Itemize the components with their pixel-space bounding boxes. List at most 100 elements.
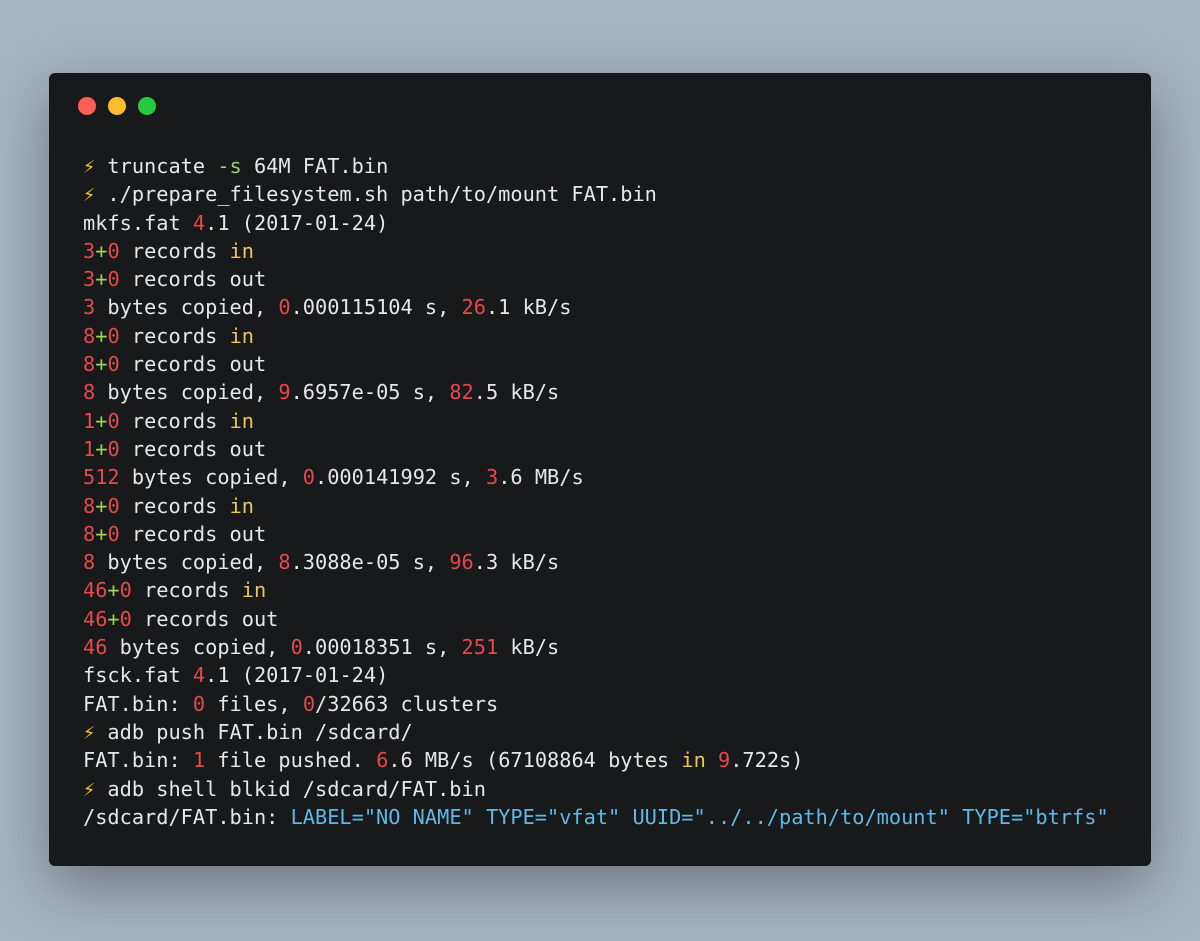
terminal-text: 0 — [302, 691, 316, 716]
terminal-line: 512 bytes copied, 0.000141992 s, 3.6 MB/… — [83, 463, 1141, 491]
terminal-text: files, — [205, 691, 303, 716]
terminal-text: 512 — [83, 465, 120, 490]
terminal-text: 0 — [290, 635, 303, 660]
terminal-text: records out — [119, 352, 267, 377]
terminal-text: 0 — [107, 238, 120, 263]
terminal-line: FAT.bin: 0 files, 0/32663 clusters — [83, 690, 1141, 718]
terminal-text: in — [229, 493, 254, 518]
terminal-line: 46+0 records in — [83, 576, 1141, 604]
terminal-text: 251 — [461, 635, 499, 660]
terminal-text: + — [95, 521, 108, 546]
terminal-text: + — [95, 436, 108, 461]
terminal-text: file pushed. — [205, 748, 377, 773]
terminal-output[interactable]: ⚡ truncate -s 64M FAT.bin ⚡ ./prepare_fil… — [83, 152, 1141, 831]
terminal-text: records — [119, 493, 230, 518]
terminal-text: + — [95, 493, 108, 518]
terminal-text: -s — [217, 154, 242, 178]
terminal-text: .000141992 s, — [315, 465, 486, 490]
terminal-text: records out — [131, 606, 279, 631]
terminal-text: FAT.bin: — [83, 748, 193, 773]
terminal-line: 1+0 records in — [83, 407, 1141, 435]
terminal-text: 0 — [119, 578, 132, 603]
terminal-text: 8 — [83, 323, 96, 348]
terminal-text: adb shell blkid /sdcard/FAT.bin — [107, 776, 486, 801]
terminal-text: .5 kB/s — [473, 380, 560, 405]
terminal-line: 8+0 records out — [83, 520, 1141, 548]
terminal-text: 8 — [278, 550, 291, 575]
terminal-text: 1 — [192, 748, 206, 773]
terminal-text: .722s) — [730, 748, 804, 773]
terminal-line: 8+0 records in — [83, 322, 1141, 350]
terminal-text: 8 — [83, 550, 96, 575]
terminal-text: 46 — [83, 606, 108, 631]
terminal-text: .6 MB/s (67108864 bytes — [388, 748, 682, 773]
terminal-text: 9 — [278, 380, 291, 405]
terminal-text: fsck.fat — [83, 663, 193, 688]
terminal-text: 26 — [461, 295, 486, 320]
terminal-text: 46 — [83, 635, 108, 660]
terminal-text: 3 — [83, 295, 96, 320]
terminal-text: 0 — [192, 691, 206, 716]
terminal-text: 0 — [278, 295, 291, 320]
terminal-text: 4 — [192, 663, 206, 688]
terminal-text: bytes copied, — [95, 380, 279, 405]
terminal-text: 96 — [449, 550, 474, 575]
terminal-text: bytes copied, — [95, 295, 279, 320]
terminal-text: 0 — [107, 323, 120, 348]
terminal-text: records — [131, 578, 242, 603]
terminal-text: .1 (2017-01-24) — [205, 663, 389, 688]
terminal-text: LABEL="NO NAME" TYPE="vfat" UUID="../../… — [290, 804, 1109, 829]
terminal-text: 8 — [83, 521, 96, 546]
terminal-text: .3 kB/s — [473, 550, 560, 575]
close-button[interactable] — [78, 97, 96, 115]
terminal-text: .1 (2017-01-24) — [205, 210, 389, 235]
terminal-text: + — [107, 606, 120, 631]
lightning-icon: ⚡ — [83, 154, 108, 178]
terminal-line: 8+0 records in — [83, 492, 1141, 520]
terminal-text: 8 — [83, 352, 96, 377]
terminal-text: 64M FAT.bin — [241, 154, 389, 178]
terminal-text: 0 — [107, 408, 120, 433]
terminal-line: fsck.fat 4.1 (2017-01-24) — [83, 661, 1141, 689]
terminal-text: in — [241, 578, 267, 603]
terminal-line: 1+0 records out — [83, 435, 1141, 463]
terminal-line: ⚡ ./prepare_filesystem.sh path/to/mount … — [83, 180, 1141, 208]
terminal-text: records — [119, 323, 230, 348]
terminal-text: 8 — [83, 493, 96, 518]
terminal-line: 46+0 records out — [83, 605, 1141, 633]
terminal-text: .00018351 s, — [302, 635, 462, 660]
terminal-text: 4 — [192, 210, 206, 235]
lightning-icon: ⚡ — [83, 719, 108, 744]
terminal-text: 1 — [83, 408, 96, 433]
terminal-text: 82 — [449, 380, 474, 405]
terminal-text: in — [229, 408, 254, 433]
zoom-button[interactable] — [138, 97, 156, 115]
terminal-text: 0 — [107, 493, 120, 518]
terminal-line: FAT.bin: 1 file pushed. 6.6 MB/s (671088… — [83, 746, 1141, 774]
terminal-text: FAT.bin: — [83, 691, 193, 716]
terminal-line: ⚡ adb push FAT.bin /sdcard/ — [83, 718, 1141, 746]
terminal-text: records — [119, 408, 230, 433]
terminal-text: .3088e-05 s, — [290, 550, 450, 575]
terminal-text: /32663 clusters — [315, 691, 499, 716]
terminal-text: 0 — [107, 352, 120, 377]
lightning-icon: ⚡ — [83, 776, 108, 801]
terminal-text: /sdcard/FAT.bin: — [83, 804, 291, 829]
minimize-button[interactable] — [108, 97, 126, 115]
terminal-text: records out — [119, 267, 267, 292]
terminal-text: 0 — [302, 465, 316, 490]
terminal-text: records out — [119, 521, 267, 546]
terminal-text: + — [95, 323, 108, 348]
terminal-text: 3 — [485, 465, 499, 490]
terminal-text: 0 — [119, 606, 132, 631]
terminal-text: 0 — [107, 436, 120, 461]
terminal-text: 0 — [107, 521, 120, 546]
terminal-text: .6 MB/s — [498, 465, 584, 490]
terminal-text: 6 — [376, 748, 389, 773]
terminal-text: + — [95, 408, 108, 433]
terminal-text: + — [107, 578, 120, 603]
terminal-text: 9 — [718, 748, 731, 773]
terminal-text: .1 kB/s — [485, 295, 572, 320]
terminal-text: + — [95, 238, 108, 263]
